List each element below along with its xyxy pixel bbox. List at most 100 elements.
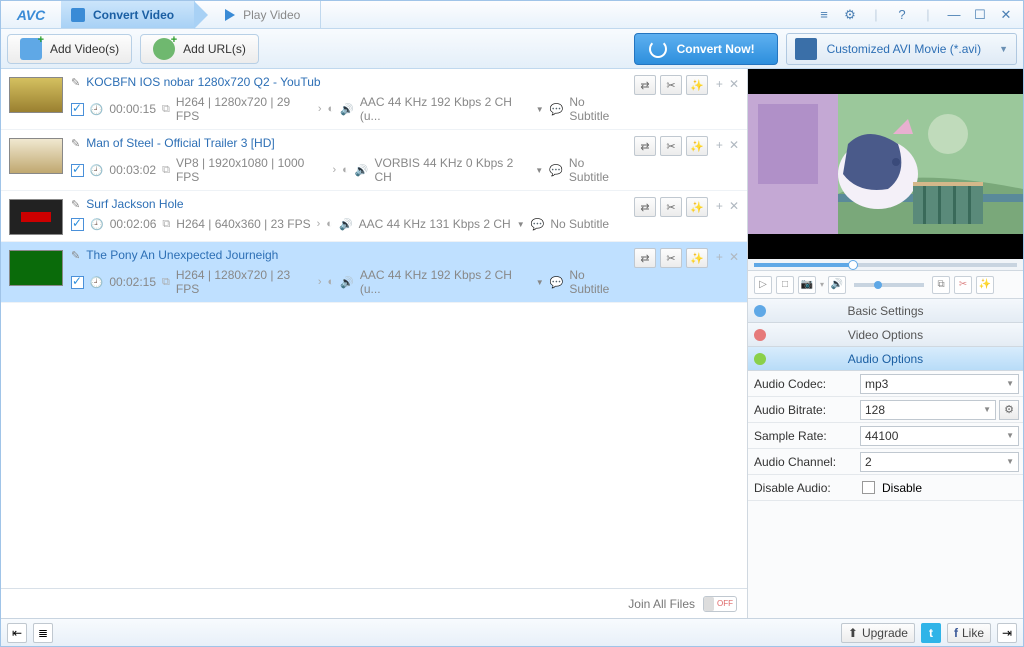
mark-in-button[interactable]: ⧉ (932, 276, 950, 294)
edit-title-icon[interactable]: ✎ (71, 198, 80, 211)
audio-options-header[interactable]: Audio Options (748, 347, 1023, 371)
checkbox[interactable] (71, 103, 84, 116)
add-sub-item-icon[interactable]: + (716, 77, 723, 91)
add-sub-item-icon[interactable]: + (716, 199, 723, 213)
basic-settings-header[interactable]: Basic Settings (748, 299, 1023, 323)
video-row[interactable]: ✎ The Pony An Unexpected Journeigh 🕘 00:… (1, 242, 747, 303)
add-sub-item-icon[interactable]: + (716, 138, 723, 152)
swap-button[interactable]: ⇄ (634, 248, 656, 268)
audio-bitrate-select[interactable]: 128▼ (860, 400, 996, 420)
bitrate-settings-button[interactable]: ⚙ (999, 400, 1019, 420)
twitter-icon[interactable]: t (921, 623, 941, 643)
settings-icon[interactable]: ⚙ (841, 6, 859, 24)
edit-title-icon[interactable]: ✎ (71, 249, 80, 262)
chevron-down-icon[interactable]: ▼ (517, 220, 525, 229)
remove-row-icon[interactable]: ✕ (729, 250, 739, 264)
volume-slider[interactable] (854, 283, 924, 287)
panel-label: Audio Options (848, 352, 923, 366)
chevron-right-icon[interactable]: › (318, 103, 322, 115)
thumbnail (9, 77, 63, 113)
panel-toggle-right-icon[interactable]: ⇥ (997, 623, 1017, 643)
video-title[interactable]: Man of Steel - Official Trailer 3 [HD] (86, 136, 275, 150)
stop-button[interactable]: □ (776, 276, 794, 294)
remove-row-icon[interactable]: ✕ (729, 77, 739, 91)
cut-button[interactable]: ✂ (660, 75, 682, 95)
remove-row-icon[interactable]: ✕ (729, 138, 739, 152)
output-profile-selector[interactable]: Customized AVI Movie (*.avi) ▼ (786, 33, 1017, 65)
chevron-down-icon: ▼ (999, 44, 1008, 54)
chevron-down-icon[interactable]: ▼ (536, 278, 544, 287)
add-sub-item-icon[interactable]: + (716, 250, 723, 264)
video-row[interactable]: ✎ Man of Steel - Official Trailer 3 [HD]… (1, 130, 747, 191)
facebook-like-button[interactable]: f Like (947, 623, 991, 643)
maximize-icon[interactable]: ☐ (971, 6, 989, 24)
effects-button[interactable]: ✨ (686, 75, 708, 95)
effects-button[interactable]: ✨ (686, 197, 708, 217)
chevron-down-icon[interactable]: ▼ (535, 166, 543, 175)
chevron-down-icon[interactable]: ▼ (536, 105, 544, 114)
tab-play-video[interactable]: Play Video (195, 1, 321, 28)
seek-bar[interactable] (748, 259, 1023, 271)
audio-track-icon: 🔊 (339, 218, 353, 231)
video-icon (754, 329, 766, 341)
video-options-header[interactable]: Video Options (748, 323, 1023, 347)
cut-button[interactable]: ✂ (660, 248, 682, 268)
video-title[interactable]: Surf Jackson Hole (86, 197, 183, 211)
swap-button[interactable]: ⇄ (634, 75, 656, 95)
video-track-icon: ◐ (328, 276, 335, 288)
wand-button[interactable]: ✨ (976, 276, 994, 294)
swap-button[interactable]: ⇄ (634, 197, 656, 217)
swap-button[interactable]: ⇄ (634, 136, 656, 156)
chevron-right-icon[interactable]: › (332, 164, 336, 176)
tab-convert-video[interactable]: Convert Video (61, 1, 195, 28)
menu-icon[interactable]: ≡ (815, 6, 833, 24)
trim-button[interactable]: ✂ (954, 276, 972, 294)
seek-handle[interactable] (848, 260, 858, 270)
subtitle-icon: 💬 (550, 276, 564, 289)
audio-meta: AAC 44 KHz 192 Kbps 2 CH (u... (360, 268, 530, 296)
panel-toggle-left-icon[interactable]: ⇤ (7, 623, 27, 643)
clock-icon: 🕘 (90, 164, 104, 177)
remove-row-icon[interactable]: ✕ (729, 199, 739, 213)
right-panel: ▷ □ 📷 ▾ 🔊 ⧉ ✂ ✨ Basic Settings Video Opt… (748, 69, 1023, 618)
checkbox[interactable] (71, 164, 84, 177)
video-row[interactable]: ✎ Surf Jackson Hole 🕘 00:02:06 ⧉ H264 | … (1, 191, 747, 242)
minimize-icon[interactable]: — (945, 6, 963, 24)
preview-player[interactable] (748, 69, 1023, 259)
audio-track-icon: 🔊 (355, 164, 369, 177)
convert-now-button[interactable]: Convert Now! (634, 33, 778, 65)
video-title[interactable]: KOCBFN IOS nobar 1280x720 Q2 - YouTub (86, 75, 320, 89)
tab-label: Play Video (243, 8, 300, 22)
subtitle-icon: 💬 (549, 164, 563, 177)
chevron-right-icon[interactable]: › (317, 218, 321, 230)
video-title[interactable]: The Pony An Unexpected Journeigh (86, 248, 278, 262)
edit-title-icon[interactable]: ✎ (71, 76, 80, 89)
upgrade-button[interactable]: ⬆ Upgrade (841, 623, 915, 643)
audio-track-icon: 🔊 (340, 103, 354, 116)
join-files-toggle[interactable]: OFF (703, 596, 737, 612)
audio-codec-select[interactable]: mp3▼ (860, 374, 1019, 394)
video-row[interactable]: ✎ KOCBFN IOS nobar 1280x720 Q2 - YouTub … (1, 69, 747, 130)
cut-button[interactable]: ✂ (660, 197, 682, 217)
add-urls-button[interactable]: Add URL(s) (140, 34, 259, 64)
checkbox[interactable] (71, 276, 84, 289)
cut-button[interactable]: ✂ (660, 136, 682, 156)
edit-title-icon[interactable]: ✎ (71, 137, 80, 150)
subtitle-icon: 💬 (550, 103, 564, 116)
checkbox[interactable] (71, 218, 84, 231)
chevron-right-icon[interactable]: › (318, 276, 322, 288)
volume-button[interactable]: 🔊 (828, 276, 846, 294)
disable-audio-checkbox[interactable] (862, 481, 875, 494)
play-button[interactable]: ▷ (754, 276, 772, 294)
effects-button[interactable]: ✨ (686, 248, 708, 268)
effects-button[interactable]: ✨ (686, 136, 708, 156)
help-icon[interactable]: ? (893, 6, 911, 24)
add-videos-button[interactable]: Add Video(s) (7, 34, 132, 64)
video-track-icon: ◐ (326, 218, 333, 230)
audio-channel-select[interactable]: 2▼ (860, 452, 1019, 472)
close-icon[interactable]: ✕ (997, 6, 1015, 24)
list-view-icon[interactable]: ≣ (33, 623, 53, 643)
play-icon (225, 9, 235, 21)
sample-rate-select[interactable]: 44100▼ (860, 426, 1019, 446)
snapshot-button[interactable]: 📷 (798, 276, 816, 294)
